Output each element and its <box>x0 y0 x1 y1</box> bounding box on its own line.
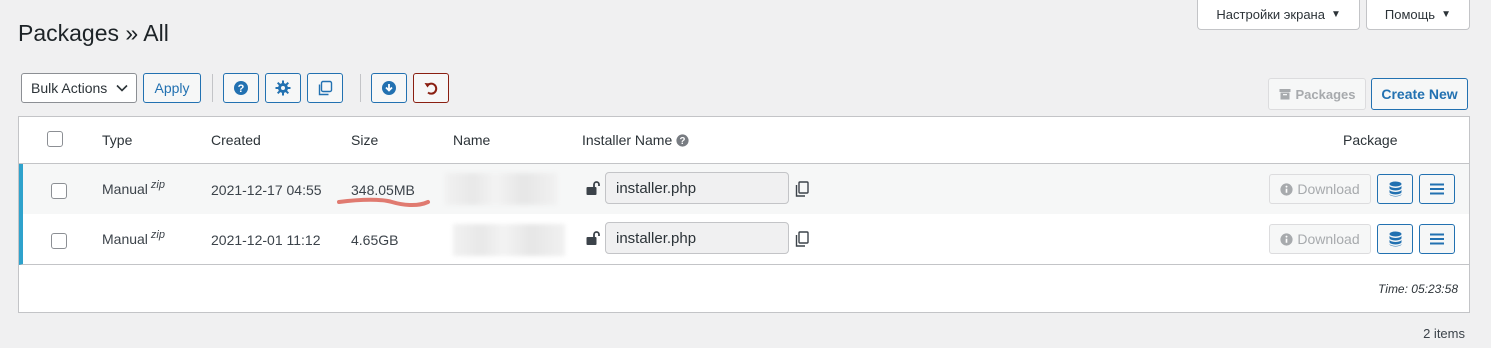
hamburger-menu-icon <box>1430 183 1444 195</box>
help-button[interactable]: Помощь ▼ <box>1365 0 1470 30</box>
recovery-button[interactable] <box>413 73 449 103</box>
download-label: Download <box>1297 181 1360 197</box>
unlock-icon[interactable] <box>585 180 601 196</box>
header-installer-label: Installer Name <box>582 132 673 148</box>
row-type-label: Manual <box>102 231 148 247</box>
toolbar: Bulk Actions Apply ? <box>21 73 455 103</box>
chevron-down-icon <box>116 84 128 92</box>
copy-icon[interactable] <box>795 181 809 197</box>
undo-icon <box>424 82 438 95</box>
select-all-checkbox[interactable] <box>47 131 63 147</box>
row-checkbox[interactable] <box>51 183 67 199</box>
hamburger-menu-icon <box>1430 233 1444 245</box>
row-type-sup: zip <box>150 179 165 191</box>
row-size: 4.65GB <box>351 232 399 248</box>
row-checkbox[interactable] <box>51 233 67 249</box>
archive-icon <box>1279 89 1290 100</box>
screen-meta-links: Настройки экрана ▼ Помощь ▼ <box>1197 0 1470 30</box>
screen-options-label: Настройки экрана <box>1216 7 1325 22</box>
packages-label: Packages <box>1295 86 1356 102</box>
package-details-button[interactable] <box>1377 174 1413 204</box>
clone-icon <box>318 80 333 96</box>
package-details-button[interactable] <box>1377 224 1413 254</box>
question-circle-icon: ? <box>234 81 248 95</box>
bulk-actions-label: Bulk Actions <box>31 80 108 96</box>
installer-name-field[interactable]: installer.php <box>605 222 789 254</box>
copy-icon[interactable] <box>795 231 809 247</box>
table-row: Manual zip 2021-12-01 11:12 4.65GB instal… <box>19 214 1469 265</box>
package-menu-button[interactable] <box>1419 224 1455 254</box>
download-label: Download <box>1297 231 1360 247</box>
header-size[interactable]: Size <box>351 132 378 148</box>
header-name[interactable]: Name <box>453 132 490 148</box>
header-installer-name: Installer Name ? <box>582 132 689 148</box>
items-count: 2 items <box>1423 326 1465 341</box>
toolbar-separator <box>360 74 361 102</box>
info-circle-icon <box>1280 232 1293 246</box>
row-name-redacted <box>445 173 557 205</box>
table-row: Manual zip 2021-12-17 04:55 348.05MB inst… <box>19 164 1469 214</box>
database-icon <box>1389 181 1401 197</box>
gear-icon <box>275 80 291 96</box>
help-icon-button[interactable]: ? <box>223 73 259 103</box>
toolbar-separator <box>212 74 213 102</box>
row-type-label: Manual <box>102 181 148 197</box>
unlock-icon[interactable] <box>585 230 601 246</box>
build-time: Time: 05:23:58 <box>1378 282 1458 296</box>
packages-table: Type Created Size Name Installer Name ? … <box>18 116 1470 313</box>
info-circle-icon <box>1280 182 1293 196</box>
download-circle-icon <box>382 81 396 95</box>
row-created: 2021-12-17 04:55 <box>211 182 322 198</box>
templates-button[interactable] <box>307 73 343 103</box>
question-circle-icon[interactable]: ? <box>676 133 689 147</box>
bulk-actions-select[interactable]: Bulk Actions <box>21 73 137 103</box>
installer-name-field[interactable]: installer.php <box>605 172 789 204</box>
screen-options-button[interactable]: Настройки экрана ▼ <box>1197 0 1360 30</box>
page-title: Packages » All <box>18 20 169 46</box>
caret-down-icon: ▼ <box>1441 9 1451 20</box>
import-button[interactable] <box>371 73 407 103</box>
packages-button[interactable]: Packages <box>1268 78 1366 110</box>
row-type: Manual zip <box>102 229 165 247</box>
row-type: Manual zip <box>102 179 165 197</box>
header-type[interactable]: Type <box>102 132 132 148</box>
row-name-redacted <box>453 224 565 256</box>
header-package: Package <box>1343 132 1398 148</box>
svg-text:?: ? <box>238 83 245 95</box>
row-created: 2021-12-01 11:12 <box>211 232 321 248</box>
caret-down-icon: ▼ <box>1330 9 1341 20</box>
help-label: Помощь <box>1384 7 1436 22</box>
row-type-sup: zip <box>150 229 165 241</box>
table-header: Type Created Size Name Installer Name ? … <box>19 117 1469 164</box>
download-button[interactable]: Download <box>1269 174 1371 204</box>
header-created[interactable]: Created <box>211 132 261 148</box>
database-icon <box>1389 231 1401 247</box>
settings-button[interactable] <box>265 73 301 103</box>
svg-text:?: ? <box>680 136 686 147</box>
annotation-underline <box>337 197 430 207</box>
package-menu-button[interactable] <box>1419 174 1455 204</box>
create-new-button[interactable]: Create New <box>1371 78 1468 110</box>
apply-button[interactable]: Apply <box>143 73 201 103</box>
download-button[interactable]: Download <box>1269 224 1371 254</box>
